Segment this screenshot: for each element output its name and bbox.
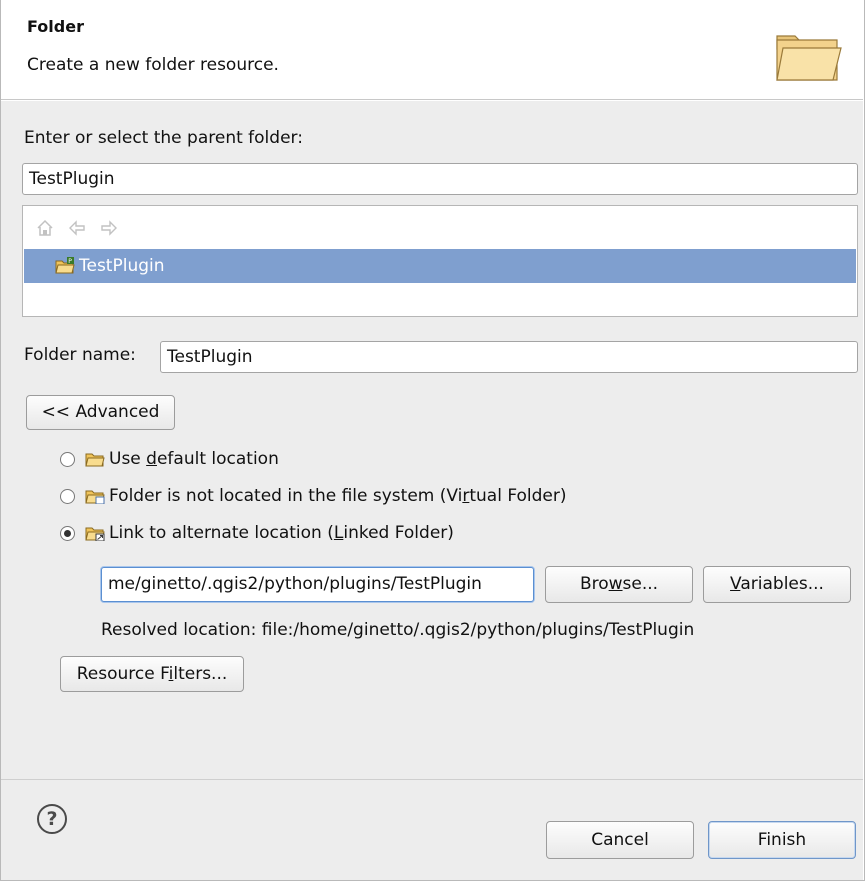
radio-default-location[interactable]: Use default location bbox=[60, 446, 279, 472]
wizard-banner: Folder Create a new folder resource. bbox=[1, 0, 863, 100]
advanced-button[interactable]: << Advanced bbox=[26, 395, 175, 430]
forward-arrow-icon[interactable] bbox=[99, 218, 119, 238]
label-part: Folder is not located in the file system… bbox=[109, 486, 463, 506]
label-part: Bro bbox=[579, 574, 609, 594]
wizard-title: Folder bbox=[27, 17, 84, 36]
tree-item-label: TestPlugin bbox=[79, 256, 165, 276]
home-icon[interactable] bbox=[35, 218, 55, 238]
radio-virtual-folder[interactable]: Folder is not located in the file system… bbox=[60, 483, 567, 509]
radio-label: Folder is not located in the file system… bbox=[109, 486, 567, 506]
radio-button[interactable] bbox=[60, 451, 75, 467]
radio-button[interactable] bbox=[60, 488, 75, 504]
radio-button[interactable] bbox=[60, 525, 75, 541]
back-arrow-icon[interactable] bbox=[67, 218, 87, 238]
tree-toolbar bbox=[35, 218, 119, 240]
mnemonic: w bbox=[608, 574, 623, 594]
label-part: inked Folder) bbox=[343, 523, 454, 543]
container-tree: P TestPlugin bbox=[22, 205, 858, 317]
finish-button[interactable]: Finish bbox=[708, 821, 856, 859]
label-part: lters... bbox=[173, 664, 228, 684]
radio-label: Use default location bbox=[109, 449, 279, 469]
parent-folder-input[interactable]: TestPlugin bbox=[22, 163, 858, 195]
mnemonic: d bbox=[146, 449, 157, 469]
cancel-button[interactable]: Cancel bbox=[546, 821, 694, 859]
parent-folder-label: Enter or select the parent folder: bbox=[24, 128, 303, 148]
project-folder-icon: P bbox=[55, 257, 75, 274]
label-part: Resource F bbox=[76, 664, 169, 684]
mnemonic: L bbox=[333, 523, 344, 543]
tree-item-testplugin[interactable]: P TestPlugin bbox=[24, 249, 856, 283]
help-icon[interactable]: ? bbox=[37, 804, 67, 834]
variables-button[interactable]: Variables... bbox=[703, 566, 851, 603]
folder-name-label: Folder name: bbox=[24, 345, 136, 365]
label-part: se... bbox=[622, 574, 659, 594]
label-part: Use bbox=[109, 449, 147, 469]
location-path-input[interactable]: me/ginetto/.qgis2/python/plugins/TestPlu… bbox=[101, 567, 534, 602]
label-part: Link to alternate location ( bbox=[109, 523, 334, 543]
wizard-description: Create a new folder resource. bbox=[27, 55, 279, 75]
radio-label: Link to alternate location (Linked Folde… bbox=[109, 523, 454, 543]
label-part: efault location bbox=[156, 449, 279, 469]
resolved-location-text: Resolved location: file:/home/ginetto/.q… bbox=[101, 620, 695, 640]
dialog-footer: ? Cancel Finish bbox=[1, 779, 863, 880]
browse-button[interactable]: Browse... bbox=[545, 566, 693, 603]
virtual-folder-icon bbox=[85, 490, 105, 504]
linked-folder-icon bbox=[85, 527, 105, 541]
radio-linked-folder[interactable]: Link to alternate location (Linked Folde… bbox=[60, 520, 454, 546]
folder-icon bbox=[85, 453, 105, 467]
label-part: tual Folder) bbox=[469, 486, 567, 506]
svg-text:P: P bbox=[68, 258, 72, 265]
label-part: ariables... bbox=[740, 574, 824, 594]
mnemonic: V bbox=[730, 574, 741, 594]
open-folder-icon bbox=[776, 35, 842, 81]
resource-filters-button[interactable]: Resource Filters... bbox=[60, 656, 244, 692]
folder-name-input[interactable]: TestPlugin bbox=[160, 341, 858, 373]
